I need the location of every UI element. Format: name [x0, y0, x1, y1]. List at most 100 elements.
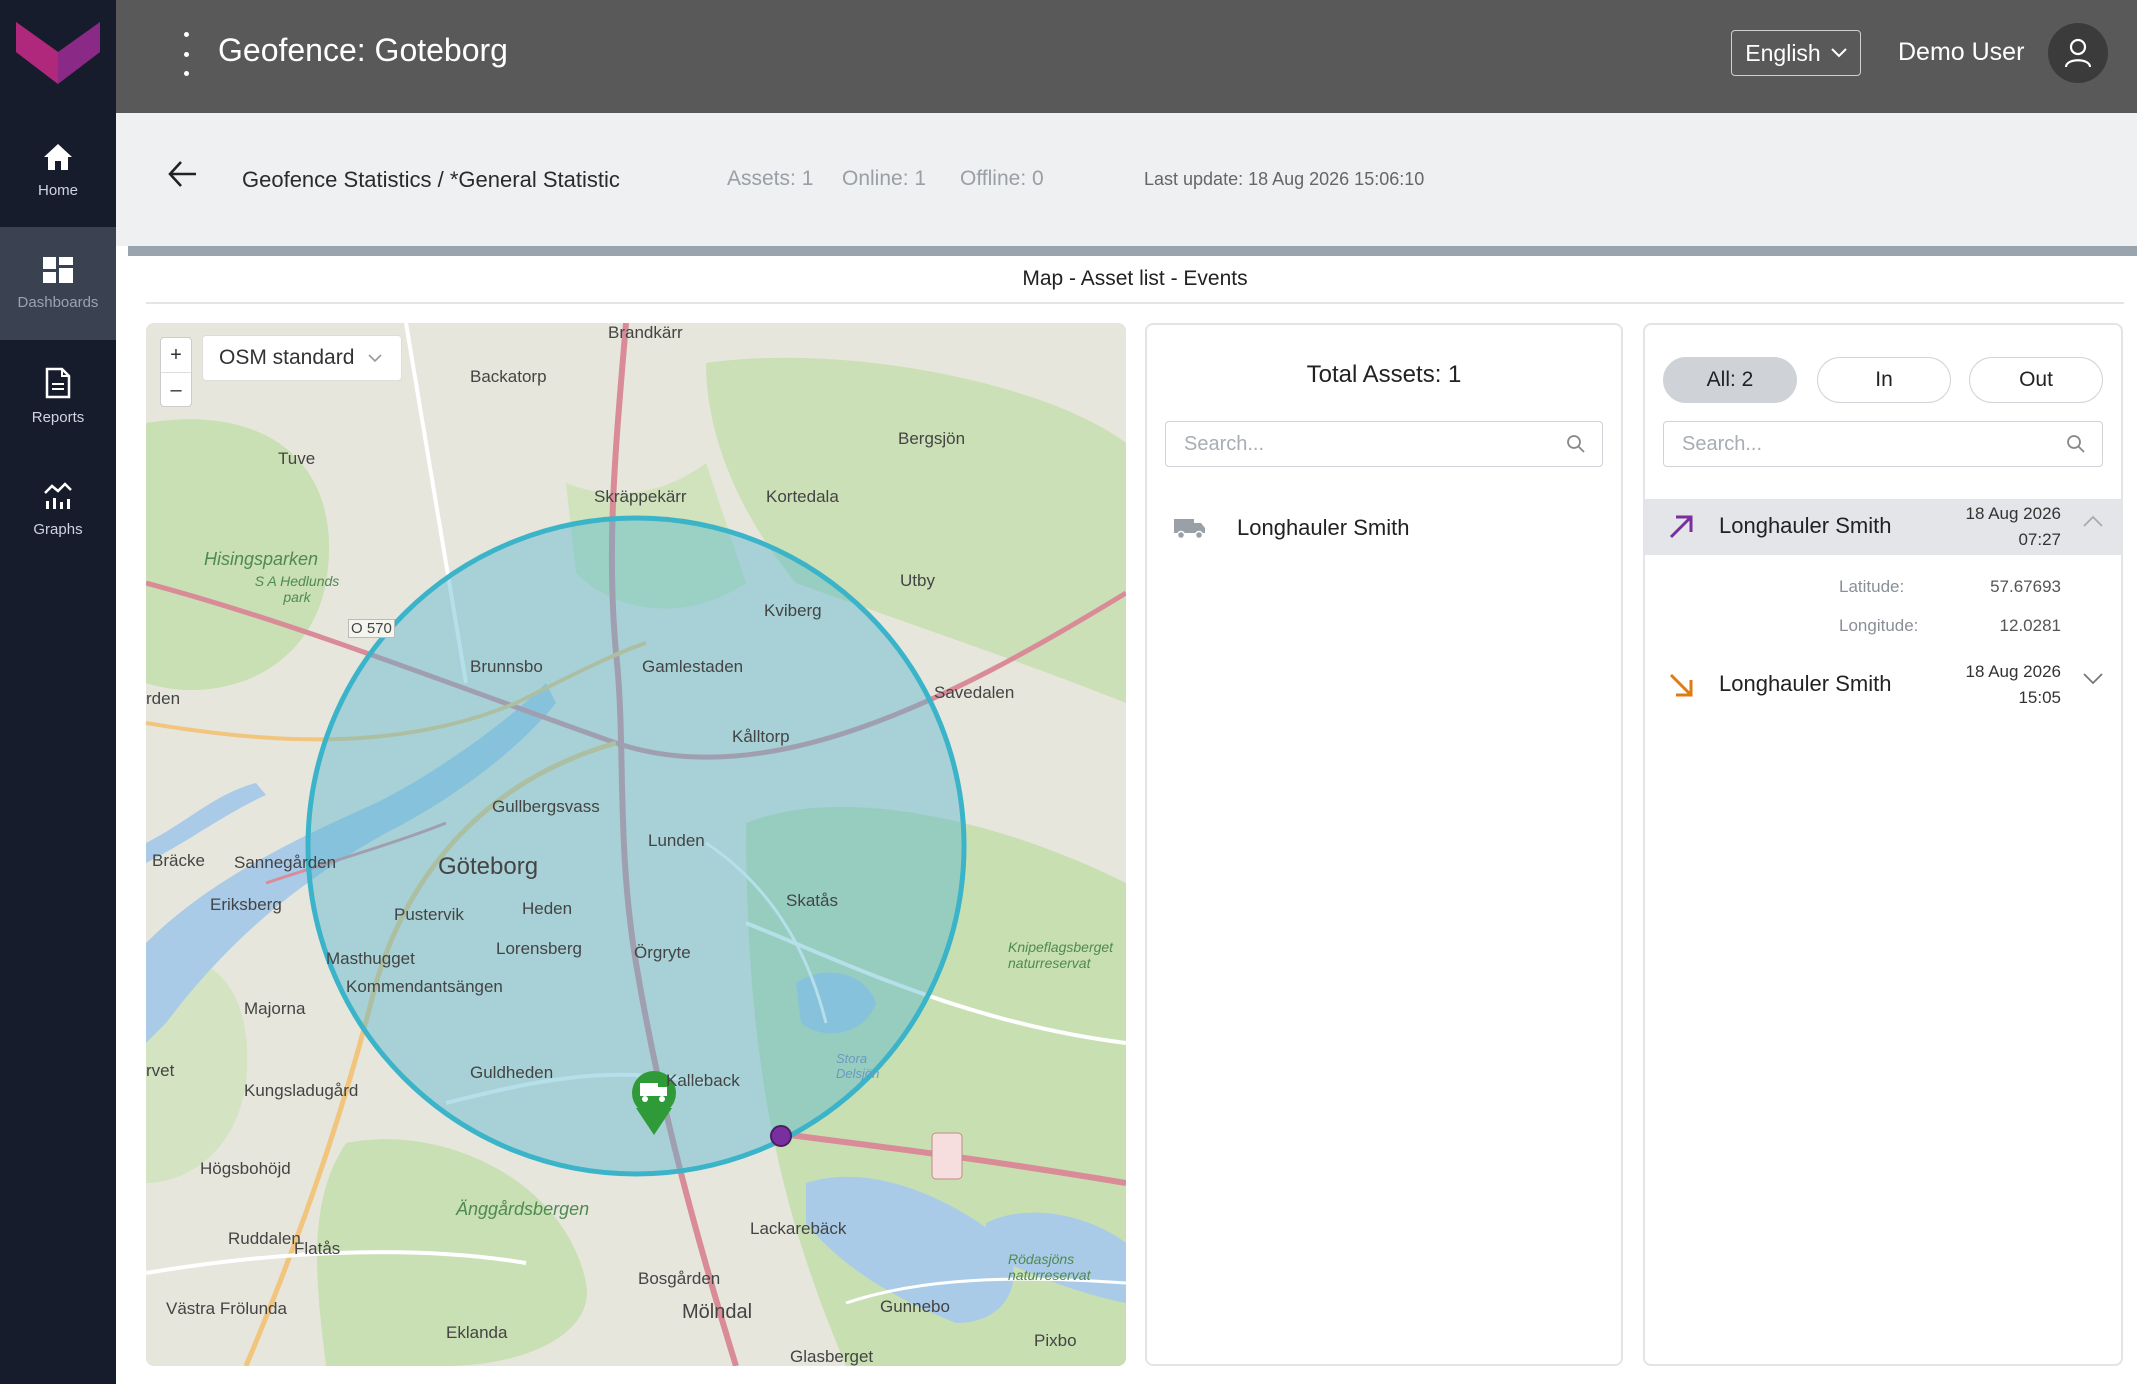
filter-all-button[interactable]: All: 2 [1663, 357, 1797, 403]
more-menu-icon[interactable] [176, 32, 196, 76]
home-icon [44, 144, 72, 170]
map-label: Sannegården [234, 853, 337, 872]
map-label: O 570 [348, 619, 395, 638]
map-label: Lackarebäck [750, 1219, 847, 1238]
map-label: Gunnebo [880, 1297, 950, 1316]
latitude-value: 57.67693 [1990, 577, 2061, 596]
chevron-down-icon[interactable] [2083, 673, 2103, 685]
event-asset-name: Longhauler Smith [1719, 513, 1892, 538]
sidebar-item-reports[interactable]: Reports [0, 340, 116, 453]
map-label: rvet [146, 1061, 175, 1080]
back-arrow-icon[interactable] [166, 157, 200, 191]
dashboard-icon [43, 257, 73, 283]
arrow-out-icon [1669, 673, 1693, 697]
page-title: Geofence: Goteborg [218, 32, 508, 68]
sidebar-item-label: Reports [31, 409, 85, 426]
map-label: Eriksberg [210, 895, 282, 914]
map-label: Guldheden [470, 1063, 554, 1082]
events-panel: All: 2 In Out Longhauler Smith 18 Aug 20… [1643, 323, 2123, 1366]
map-background [146, 323, 1126, 1366]
event-time: 07:27 [2018, 530, 2061, 549]
zoom-in-button[interactable]: + [161, 338, 191, 373]
brand-logo[interactable] [0, 0, 116, 114]
filter-out-button[interactable]: Out [1969, 357, 2103, 403]
latitude-label: Latitude: [1839, 577, 1905, 596]
user-avatar-icon[interactable] [2048, 23, 2108, 83]
map-label: Ruddalen [228, 1229, 301, 1248]
asset-search[interactable] [1165, 421, 1603, 467]
search-icon [2067, 435, 2085, 453]
arrow-in-icon [1669, 515, 1693, 539]
map-view[interactable]: + – OSM standard Brandkärr Backatorp Tuv… [146, 323, 1126, 1366]
map-label: Eklanda [446, 1323, 508, 1342]
map-label: Glasberget [790, 1347, 874, 1366]
map-label: Lunden [648, 831, 705, 850]
map-label: Kviberg [764, 601, 822, 620]
asset-name: Longhauler Smith [1237, 515, 1410, 540]
event-row[interactable]: Longhauler Smith 18 Aug 2026 15:05 [1645, 657, 2121, 713]
sidebar-item-dashboards[interactable]: Dashboards [0, 227, 116, 340]
map-layer-value: OSM standard [219, 346, 355, 369]
breadcrumb: Geofence Statistics / *General Statistic [242, 167, 620, 192]
map-label: Gamlestaden [642, 657, 744, 676]
map-label: Utby [900, 571, 935, 590]
last-update: Last update: 18 Aug 2026 15:06:10 [1144, 169, 1425, 189]
map-label: Savedalen [934, 683, 1015, 702]
event-timestamp: 18 Aug 2026 07:27 [1966, 501, 2061, 553]
widget-title: Map - Asset list - Events [146, 256, 2124, 304]
event-search-input[interactable] [1680, 431, 2066, 457]
sidebar-item-home[interactable]: Home [0, 114, 116, 227]
map-label: Kommendantsängen [346, 977, 503, 996]
assets-count: Assets: 1 [727, 167, 814, 190]
sidebar-item-label: Home [37, 182, 78, 199]
map-label: Heden [522, 899, 573, 918]
map-label: Pustervik [394, 905, 464, 924]
map-label: Flatås [294, 1239, 341, 1258]
map-label: Bosgården [638, 1269, 721, 1288]
event-point [770, 1125, 792, 1147]
event-date: 18 Aug 2026 [1965, 662, 2061, 681]
user-name[interactable]: Demo User [1898, 38, 2024, 67]
search-icon [1567, 435, 1585, 453]
report-icon [45, 367, 71, 399]
event-asset-name: Longhauler Smith [1719, 671, 1892, 696]
map-label: Kalleback [666, 1071, 740, 1090]
sidebar: Home Dashboards Reports Graphs [0, 0, 116, 1384]
zoom-out-button[interactable]: – [161, 373, 191, 407]
sidebar-item-graphs[interactable]: Graphs [0, 453, 116, 566]
map-label: Göteborg [438, 853, 539, 880]
language-select[interactable]: English [1731, 30, 1861, 76]
map-label: Knipeflagsberget naturreservat [1008, 939, 1114, 971]
sidebar-item-label: Graphs [33, 521, 83, 538]
map-label: Brandkärr [608, 323, 683, 342]
top-bar: Geofence: Goteborg English Demo User [116, 0, 2137, 113]
online-count: Online: 1 [842, 167, 927, 190]
map-label: Lorensberg [496, 939, 583, 958]
map-label: Majorna [244, 999, 306, 1018]
event-time: 15:05 [2018, 688, 2061, 707]
asset-search-input[interactable] [1182, 431, 1566, 457]
zoom-control: + – [160, 337, 192, 407]
map-label: S A Hedlunds park [254, 573, 340, 605]
map-label: Högsbohöjd [200, 1159, 291, 1178]
event-search[interactable] [1663, 421, 2103, 467]
map-label: Brunnsbo [470, 657, 543, 676]
map-label: Pixbo [1034, 1331, 1077, 1350]
filter-in-button[interactable]: In [1817, 357, 1951, 403]
longitude-value: 12.0281 [1999, 616, 2061, 635]
total-assets-title: Total Assets: 1 [1306, 361, 1462, 388]
map-label: Gullbergsvass [492, 797, 600, 816]
event-row[interactable]: Longhauler Smith 18 Aug 2026 07:27 [1645, 499, 2121, 555]
longitude-label: Longitude: [1839, 616, 1919, 635]
map-label: Bräcke [152, 851, 205, 870]
sidebar-item-label: Dashboards [17, 294, 99, 311]
asset-list-panel: Total Assets: 1 Longhauler Smith [1145, 323, 1623, 1366]
asset-list-item[interactable]: Longhauler Smith [1173, 515, 1409, 541]
map-layer-select[interactable]: OSM standard [202, 335, 402, 381]
offline-count: Offline: 0 [960, 167, 1044, 190]
chevron-down-icon [1831, 48, 1847, 58]
event-date: 18 Aug 2026 [1965, 504, 2061, 523]
chevron-up-icon[interactable] [2083, 515, 2103, 527]
truck-icon [1174, 519, 1205, 540]
map-label: Kortedala [766, 487, 839, 506]
